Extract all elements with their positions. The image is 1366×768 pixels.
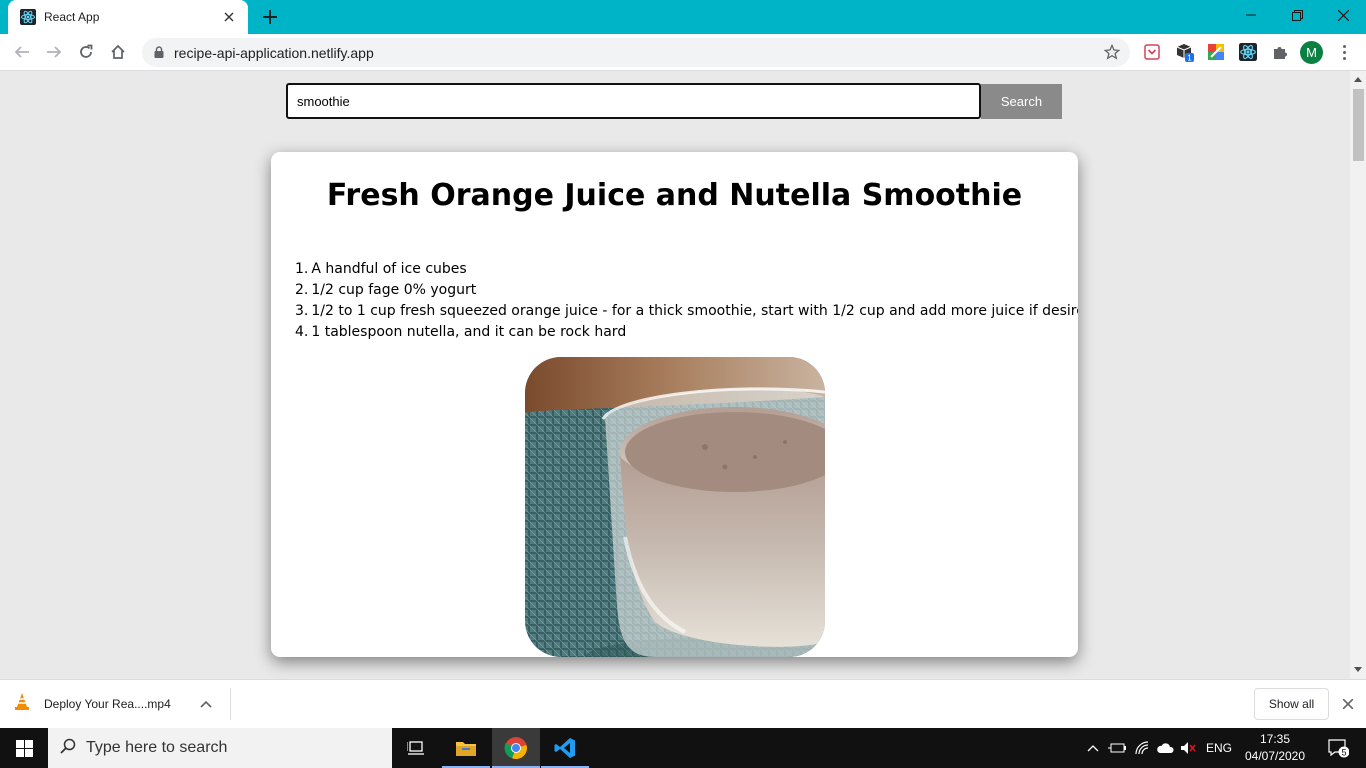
battery-icon[interactable]	[1106, 728, 1128, 768]
clock-date: 04/07/2020	[1244, 749, 1306, 763]
puzzle-icon[interactable]	[1270, 42, 1290, 62]
menu-kebab-icon[interactable]	[1336, 42, 1352, 62]
show-all-button[interactable]: Show all	[1254, 688, 1329, 720]
scroll-down-icon[interactable]	[1354, 667, 1362, 672]
restore-icon[interactable]	[1274, 0, 1320, 30]
ingredient-text: 1/2 to 1 cup fresh squeezed orange juice…	[311, 303, 1078, 319]
home-icon[interactable]	[104, 38, 132, 66]
vscode-icon[interactable]	[541, 728, 589, 768]
search-input[interactable]	[286, 83, 981, 119]
download-item[interactable]: Deploy Your Rea....mp4	[14, 680, 171, 728]
ingredient-number: 4.	[295, 324, 309, 340]
notification-count: 5	[1341, 748, 1346, 758]
windows-start-icon[interactable]	[0, 728, 48, 768]
browser-tab[interactable]: React App	[8, 0, 248, 34]
ingredient-text: 1 tablespoon nutella, and it can be rock…	[311, 324, 627, 340]
minimize-icon[interactable]	[1228, 0, 1274, 30]
extension-box-icon[interactable]: 1	[1174, 42, 1194, 62]
clock-time: 17:35	[1259, 732, 1291, 746]
react-devtools-icon[interactable]	[1238, 42, 1258, 62]
back-arrow-icon[interactable]	[8, 38, 36, 66]
clock[interactable]: 17:35 04/07/2020	[1240, 731, 1310, 765]
extension-badge: 1	[1187, 54, 1192, 63]
recipe-title: Fresh Orange Juice and Nutella Smoothie	[326, 178, 1023, 213]
search-button[interactable]: Search	[981, 84, 1062, 119]
windows-taskbar: Type here to search ENG 17:35 04/07/2020…	[0, 728, 1366, 768]
ingredient-item: 1. A handful of ice cubes	[295, 259, 1078, 280]
browser-toolbar: recipe-api-application.netlify.app 1 M	[0, 34, 1366, 71]
notifications-icon[interactable]: 5	[1318, 728, 1358, 768]
recipe-card: Fresh Orange Juice and Nutella Smoothie …	[271, 152, 1078, 657]
download-bar-close-icon[interactable]	[1338, 694, 1358, 714]
search-form: Search	[286, 83, 1062, 119]
forward-arrow-icon[interactable]	[40, 38, 68, 66]
task-view-icon[interactable]	[392, 728, 440, 768]
ingredient-number: 2.	[295, 282, 309, 298]
ingredient-item: 3. 1/2 to 1 cup fresh squeezed orange jui…	[295, 301, 1078, 322]
tab-title: React App	[44, 10, 100, 24]
ingredient-item: 4. 1 tablespoon nutella, and it can be ro…	[295, 322, 1078, 343]
language-indicator[interactable]: ENG	[1202, 728, 1236, 768]
scroll-up-icon[interactable]	[1354, 77, 1362, 82]
address-bar[interactable]: recipe-api-application.netlify.app	[142, 38, 1130, 67]
reload-icon[interactable]	[72, 38, 100, 66]
ingredients-list: 1. A handful of ice cubes 2. 1/2 cup fage …	[295, 259, 1078, 343]
ingredient-text: 1/2 cup fage 0% yogurt	[311, 282, 477, 298]
chrome-icon[interactable]	[492, 728, 540, 768]
window-close-icon[interactable]	[1320, 0, 1366, 30]
divider	[230, 688, 231, 720]
taskbar-search-placeholder: Type here to search	[86, 739, 228, 756]
file-explorer-icon[interactable]	[442, 728, 490, 768]
browser-titlebar: React App	[0, 0, 1366, 34]
ingredient-number: 3.	[295, 303, 309, 319]
react-icon	[20, 9, 36, 25]
page-scrollbar[interactable]	[1350, 71, 1366, 679]
lock-icon	[154, 43, 164, 62]
colorful-extension-icon[interactable]	[1206, 42, 1226, 62]
chevron-up-icon[interactable]	[198, 696, 214, 712]
ingredient-item: 2. 1/2 cup fage 0% yogurt	[295, 280, 1078, 301]
volume-muted-icon[interactable]	[1177, 728, 1199, 768]
chevron-up-tray-icon[interactable]	[1083, 728, 1103, 768]
download-bar: Deploy Your Rea....mp4 Show all	[0, 679, 1366, 728]
recipe-image	[525, 357, 825, 657]
onedrive-cloud-icon[interactable]	[1154, 728, 1176, 768]
taskbar-search-box[interactable]: Type here to search	[48, 728, 392, 768]
tab-close-icon[interactable]	[220, 8, 238, 26]
smoothie-photo	[525, 357, 825, 657]
ingredient-number: 1.	[295, 261, 309, 277]
vlc-cone-icon	[14, 693, 30, 715]
pocket-extension-icon[interactable]	[1142, 42, 1162, 62]
scroll-thumb[interactable]	[1353, 89, 1364, 161]
ingredient-text: A handful of ice cubes	[311, 261, 467, 277]
url-text: recipe-api-application.netlify.app	[174, 44, 374, 61]
wifi-icon[interactable]	[1131, 728, 1153, 768]
bookmark-star-icon[interactable]	[1103, 43, 1121, 64]
magnifier-icon	[60, 738, 76, 758]
plus-icon[interactable]	[258, 5, 282, 29]
page-viewport: Search Fresh Orange Juice and Nutella Sm…	[0, 71, 1350, 679]
profile-avatar[interactable]: M	[1300, 41, 1323, 64]
download-file-name: Deploy Your Rea....mp4	[44, 697, 171, 711]
